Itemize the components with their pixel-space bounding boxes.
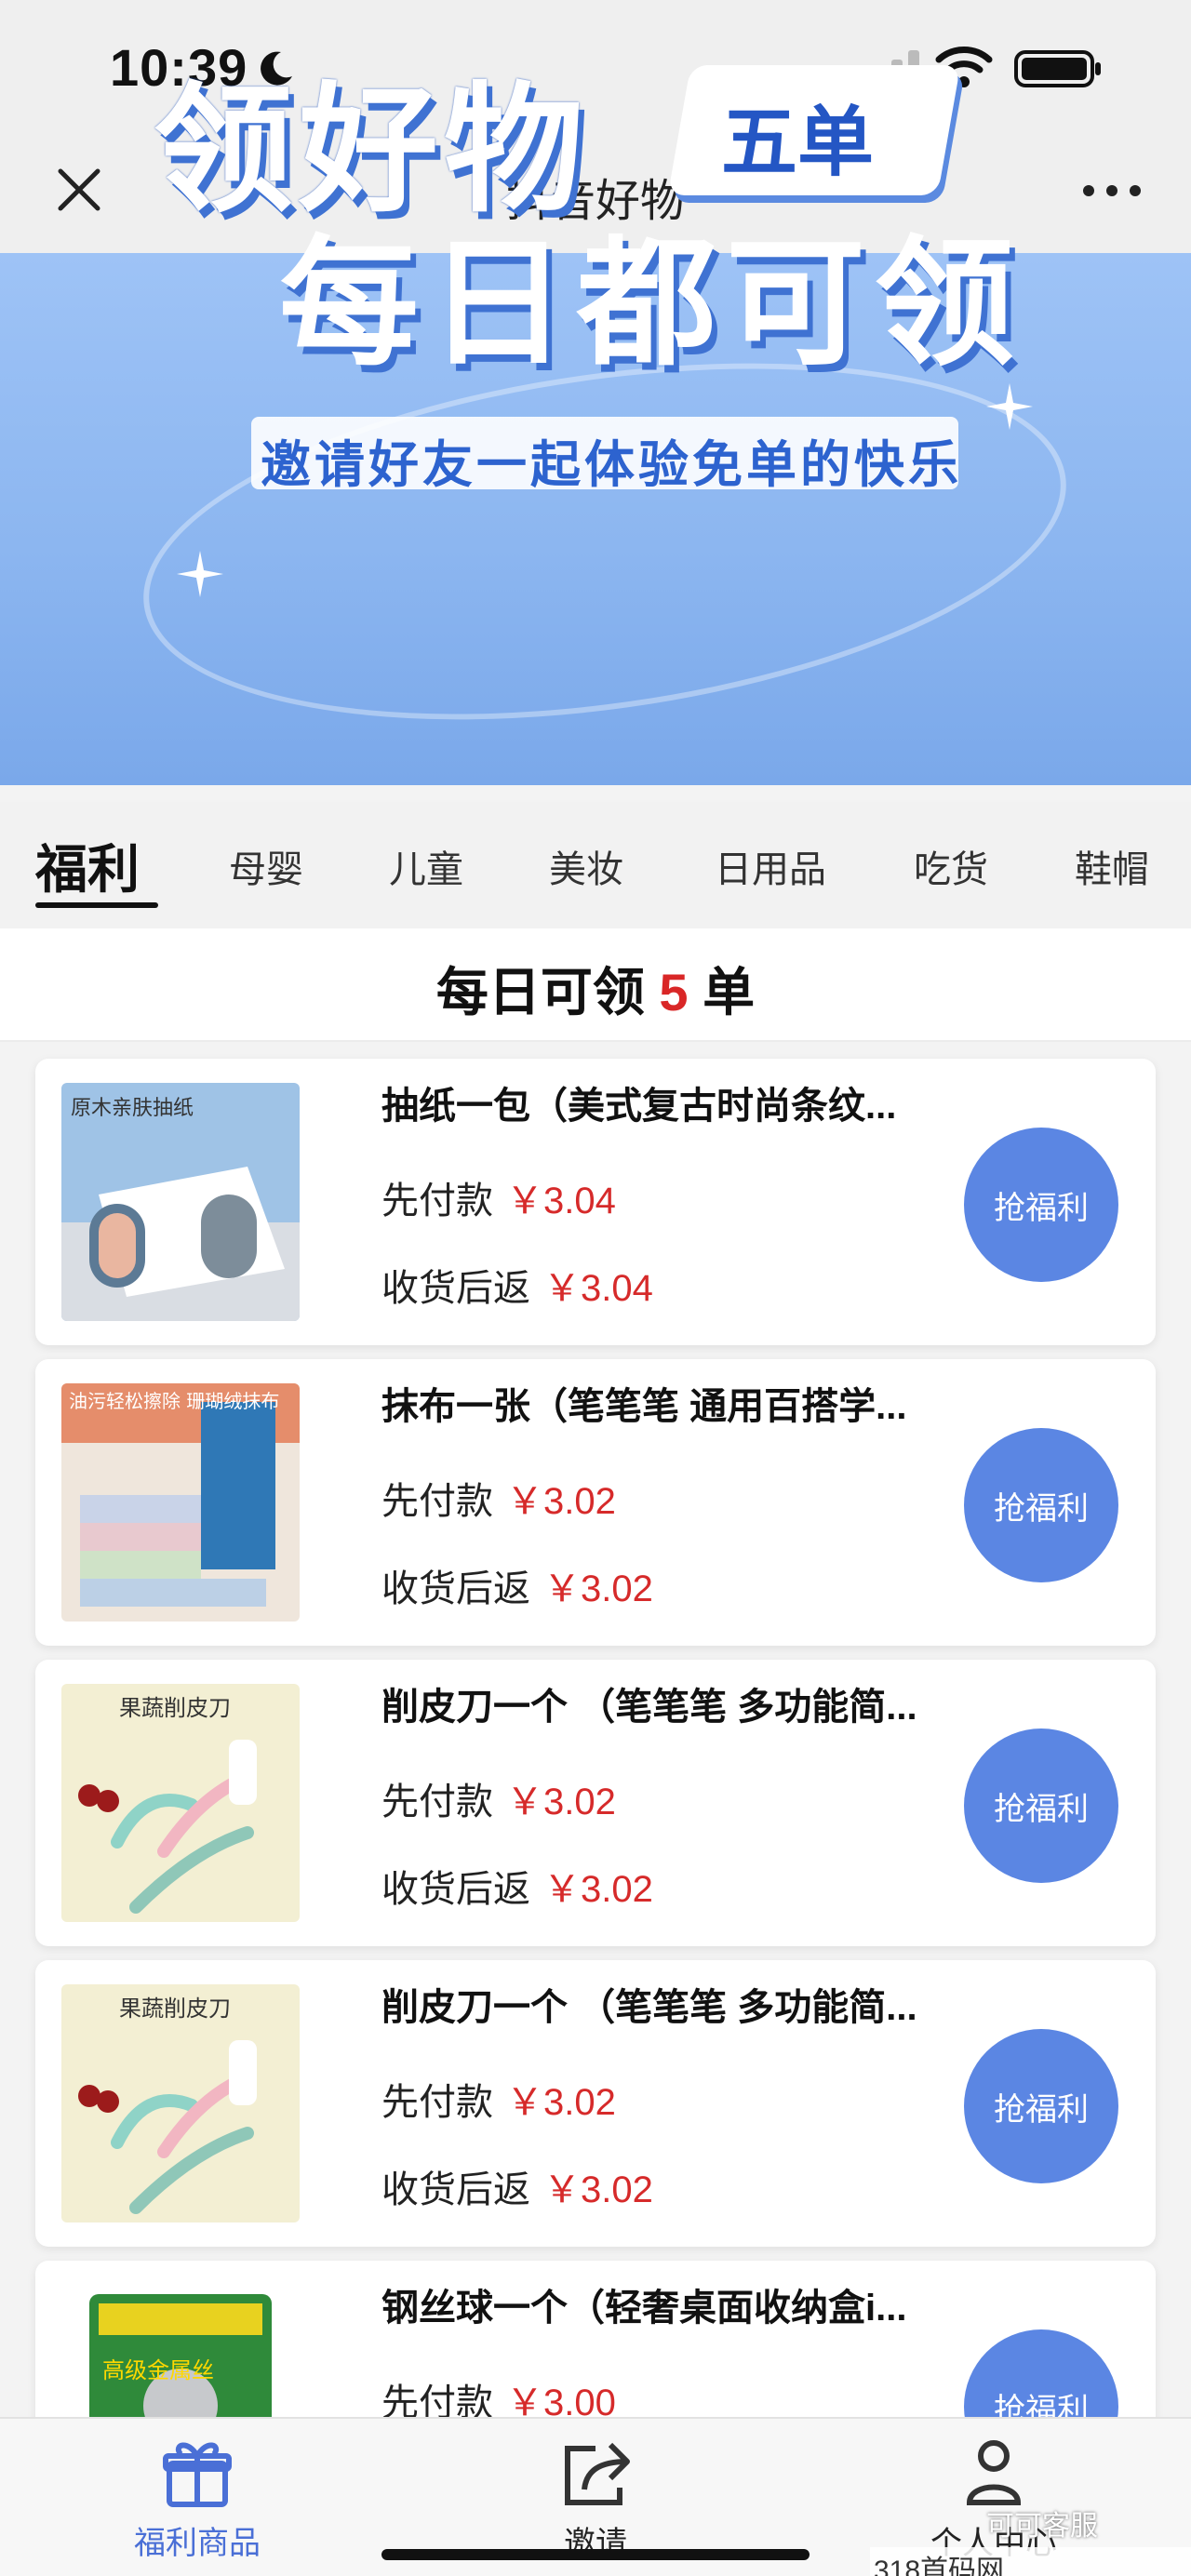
active-tab-indicator xyxy=(35,902,158,908)
nav-profile[interactable]: 个人中心 xyxy=(854,2436,1133,2563)
grab-button[interactable]: 抢福利 xyxy=(964,2029,1118,2183)
prepay-row: 先付款 ￥3.02 xyxy=(381,1782,616,1822)
watermark-account: 可可客服 xyxy=(986,2511,1098,2542)
refund-row: 收货后返 ￥3.02 xyxy=(381,1568,653,1609)
product-image: 果蔬削皮刀 xyxy=(61,1684,300,1922)
banner-tag-text: 五单 xyxy=(721,99,875,187)
prepay-row: 先付款 ￥3.02 xyxy=(381,2082,616,2123)
grab-button[interactable]: 抢福利 xyxy=(964,1728,1118,1883)
sparkle-icon xyxy=(177,551,223,597)
product-card[interactable]: 果蔬削皮刀 削皮刀一个 （笔笔笔 多功能简... 先付款 ￥3.02 收货后返 ￥3… xyxy=(35,1960,1156,2247)
nav-welfare-goods[interactable]: 福利商品 xyxy=(58,2436,337,2563)
refund-row: 收货后返 ￥3.02 xyxy=(381,1869,653,1910)
prepay-price: ￥3.02 xyxy=(506,2082,616,2123)
gift-icon xyxy=(163,2442,232,2507)
prepay-row: 先付款 ￥3.02 xyxy=(381,1481,616,1522)
refund-row: 收货后返 ￥3.04 xyxy=(381,1268,653,1309)
refund-price: ￥3.02 xyxy=(543,1869,653,1910)
refund-price: ￥3.02 xyxy=(543,2169,653,2210)
watermark-site: 318首码网 www.e318.com xyxy=(870,2547,1191,2576)
tab-children[interactable]: 儿童 xyxy=(389,839,463,893)
product-image: 油污轻松擦除 珊瑚绒抹布 xyxy=(61,1383,300,1622)
product-card[interactable]: 油污轻松擦除 珊瑚绒抹布 抹布一张（笔笔笔 通用百搭学... 先付款 ￥3.02 … xyxy=(35,1359,1156,1646)
daily-count: 5 xyxy=(659,963,689,1021)
refund-row: 收货后返 ￥3.02 xyxy=(381,2169,653,2210)
product-image-text: 果蔬削皮刀 xyxy=(119,1695,231,1721)
product-title: 削皮刀一个 （笔笔笔 多功能简... xyxy=(381,1687,917,1728)
product-image-text: 原木亲肤抽纸 xyxy=(71,1097,194,1120)
product-title: 钢丝球一个（轻奢桌面收纳盒i... xyxy=(381,2288,907,2329)
product-image: 果蔬削皮刀 xyxy=(61,1984,300,2222)
nav-invite[interactable]: 邀请 xyxy=(456,2436,735,2563)
home-indicator[interactable] xyxy=(381,2549,810,2560)
product-title: 削皮刀一个 （笔笔笔 多功能简... xyxy=(381,1987,917,2028)
prepay-row: 先付款 ￥3.04 xyxy=(381,1181,616,1221)
banner-headline-2: 每日都可领 xyxy=(279,223,1024,385)
tab-welfare[interactable]: 福利 xyxy=(35,828,140,903)
product-title: 抹布一张（笔笔笔 通用百搭学... xyxy=(381,1386,907,1427)
more-icon[interactable] xyxy=(1079,177,1144,205)
tab-daily-goods[interactable]: 日用品 xyxy=(715,839,826,893)
daily-limit-text: 每日可领 5 单 xyxy=(435,963,756,1021)
tab-shoes-hats[interactable]: 鞋帽 xyxy=(1075,839,1149,893)
product-image-text: 油污轻松擦除 珊瑚绒抹布 xyxy=(69,1390,279,1412)
product-card[interactable]: 果蔬削皮刀 削皮刀一个 （笔笔笔 多功能简... 先付款 ￥3.02 收货后返 ￥3… xyxy=(35,1660,1156,1946)
product-image-text: 果蔬削皮刀 xyxy=(119,1995,231,2022)
grab-button[interactable]: 抢福利 xyxy=(964,1128,1118,1282)
tab-mother-baby[interactable]: 母婴 xyxy=(229,839,303,893)
share-icon xyxy=(565,2442,630,2505)
prepay-price: ￥3.04 xyxy=(506,1181,616,1221)
nav-label: 福利商品 xyxy=(134,2526,261,2561)
tab-food[interactable]: 吃货 xyxy=(914,839,988,893)
refund-price: ￥3.04 xyxy=(543,1268,653,1309)
refund-price: ￥3.02 xyxy=(543,1568,653,1609)
person-icon xyxy=(966,2440,1022,2505)
tab-beauty[interactable]: 美妆 xyxy=(549,839,623,893)
product-image: 原木亲肤抽纸 xyxy=(61,1083,300,1321)
banner-subtitle: 邀请好友一起体验免单的快乐 xyxy=(261,435,962,494)
battery-icon xyxy=(1014,50,1101,87)
product-title: 抽纸一包（美式复古时尚条纹... xyxy=(381,1086,897,1127)
product-card[interactable]: 原木亲肤抽纸 抽纸一包（美式复古时尚条纹... 先付款 ￥3.04 收货后返 ￥3.… xyxy=(35,1059,1156,1345)
prepay-price: ￥3.02 xyxy=(506,1782,616,1822)
grab-button[interactable]: 抢福利 xyxy=(964,1428,1118,1582)
prepay-price: ￥3.02 xyxy=(506,1481,616,1522)
product-image-text: 高级金属丝 xyxy=(102,2357,214,2383)
